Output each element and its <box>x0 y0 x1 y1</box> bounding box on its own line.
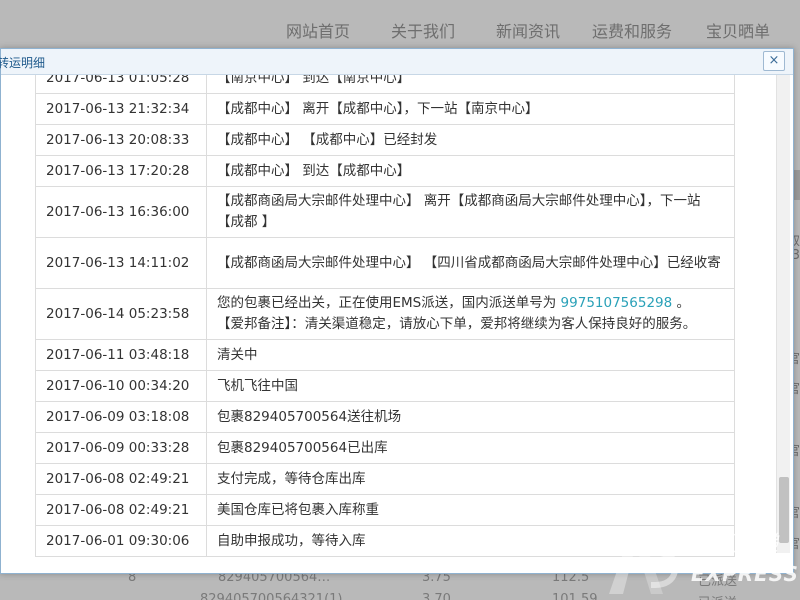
table-row: 2017-06-01 09:30:06 自助申报成功，等待入库 <box>35 525 735 557</box>
event-time: 2017-06-09 00:33:28 <box>35 432 207 464</box>
nav-item-shipping[interactable]: 运费和服务 <box>592 18 672 42</box>
event-description: 【成都商函局大宗邮件处理中心】 离开【成都商函局大宗邮件处理中心】，下一站【成都… <box>206 186 735 238</box>
table-row: 2017-06-13 16:36:00 【成都商函局大宗邮件处理中心】 离开【成… <box>35 186 735 238</box>
nav-item-news[interactable]: 新闻资讯 <box>496 18 560 42</box>
table-row: 2017-06-13 20:08:33 【成都中心】 【成都中心】已经封发 <box>35 124 735 156</box>
event-time: 2017-06-08 02:49:21 <box>35 463 207 495</box>
event-description: 【成都中心】 【成都中心】已经封发 <box>206 124 735 156</box>
table-row: 2017-06-09 00:33:28 包裹829405700564已出库 <box>35 432 735 464</box>
close-button[interactable]: × <box>763 51 785 71</box>
background-table-row: 829405700564321(1) 3.70 101.59 已派送 <box>100 585 800 600</box>
dialog-title: 转运明细 <box>0 56 46 70</box>
table-row: 2017-06-13 14:11:02 【成都商函局大宗邮件处理中心】 【四川省… <box>35 237 735 289</box>
event-time: 2017-06-13 16:36:00 <box>35 186 207 238</box>
table-row: 2017-06-11 03:48:18 清关中 <box>35 339 735 371</box>
dialog-header: 转运明细 × <box>0 49 793 75</box>
event-time: 2017-06-08 02:49:21 <box>35 494 207 526</box>
event-description: 包裹829405700564送往机场 <box>206 401 735 433</box>
event-description: 支付完成，等待仓库出库 <box>206 463 735 495</box>
event-time: 2017-06-13 21:32:34 <box>35 93 207 125</box>
tracking-number-link[interactable]: 9975107565298 <box>561 295 673 311</box>
remark-text: 【爱邦备注】：清关渠道稳定，请放心下单，爱邦将继续为客人保持良好的服务。 <box>217 316 697 332</box>
event-description: 自助申报成功，等待入库 <box>206 525 735 557</box>
nav-item-about[interactable]: 关于我们 <box>391 18 455 42</box>
close-icon: × <box>768 53 780 68</box>
event-description: 【南京中心】 到达【南京中心】 <box>206 75 735 94</box>
scrollbar-thumb[interactable] <box>779 477 789 543</box>
event-description-text: 您的包裹已经出关，正在使用EMS派送，国内派送单号为 <box>217 295 561 311</box>
table-row: 2017-06-09 03:18:08 包裹829405700564送往机场 <box>35 401 735 433</box>
dialog-body[interactable]: 2017-06-13 01:05:28 【南京中心】 到达【南京中心】 2017… <box>1 75 793 575</box>
event-time: 2017-06-09 03:18:08 <box>35 401 207 433</box>
event-time: 2017-06-13 01:05:28 <box>35 75 207 94</box>
table-row: 2017-06-13 17:20:28 【成都中心】 到达【成都中心】 <box>35 155 735 187</box>
tracking-table: 2017-06-13 01:05:28 【南京中心】 到达【南京中心】 2017… <box>35 75 735 557</box>
event-description: 包裹829405700564已出库 <box>206 432 735 464</box>
event-time: 2017-06-13 14:11:02 <box>35 237 207 289</box>
background-cell: 已派送 <box>698 592 737 600</box>
event-description: 【成都中心】 到达【成都中心】 <box>206 155 735 187</box>
table-row: 2017-06-10 00:34:20 飞机飞往中国 <box>35 370 735 402</box>
background-cell: 3.70 <box>422 592 451 600</box>
background-cell: 101.59 <box>552 592 598 600</box>
event-description: 【成都商函局大宗邮件处理中心】 【四川省成都商函局大宗邮件处理中心】已经收寄 <box>206 237 735 289</box>
table-row: 2017-06-08 02:49:21 美国仓库已将包裹入库称重 <box>35 494 735 526</box>
table-row: 2017-06-13 21:32:34 【成都中心】 离开【成都中心】，下一站【… <box>35 93 735 125</box>
event-time: 2017-06-11 03:48:18 <box>35 339 207 371</box>
event-description: 清关中 <box>206 339 735 371</box>
event-time: 2017-06-01 09:30:06 <box>35 525 207 557</box>
table-row: 2017-06-14 05:23:58 您的包裹已经出关，正在使用EMS派送，国… <box>35 288 735 340</box>
event-description: 您的包裹已经出关，正在使用EMS派送，国内派送单号为 9975107565298… <box>206 288 735 340</box>
dialog-scrollbar[interactable] <box>776 75 790 553</box>
event-description-text: 。 <box>672 295 691 311</box>
background-cell: 829405700564321(1) <box>200 592 343 600</box>
event-description: 美国仓库已将包裹入库称重 <box>206 494 735 526</box>
table-row: 2017-06-13 01:05:28 【南京中心】 到达【南京中心】 <box>35 75 735 94</box>
event-time: 2017-06-13 17:20:28 <box>35 155 207 187</box>
event-time: 2017-06-13 20:08:33 <box>35 124 207 156</box>
shipping-details-dialog: 转运明细 × 2017-06-13 01:05:28 【南京中心】 到达【南京中… <box>0 48 794 574</box>
nav-item-home[interactable]: 网站首页 <box>286 18 350 42</box>
nav-item-showcase[interactable]: 宝贝晒单 <box>706 18 770 42</box>
event-time: 2017-06-10 00:34:20 <box>35 370 207 402</box>
event-time: 2017-06-14 05:23:58 <box>35 288 207 340</box>
table-row: 2017-06-08 02:49:21 支付完成，等待仓库出库 <box>35 463 735 495</box>
event-description: 【成都中心】 离开【成都中心】，下一站【南京中心】 <box>206 93 735 125</box>
event-description: 飞机飞往中国 <box>206 370 735 402</box>
